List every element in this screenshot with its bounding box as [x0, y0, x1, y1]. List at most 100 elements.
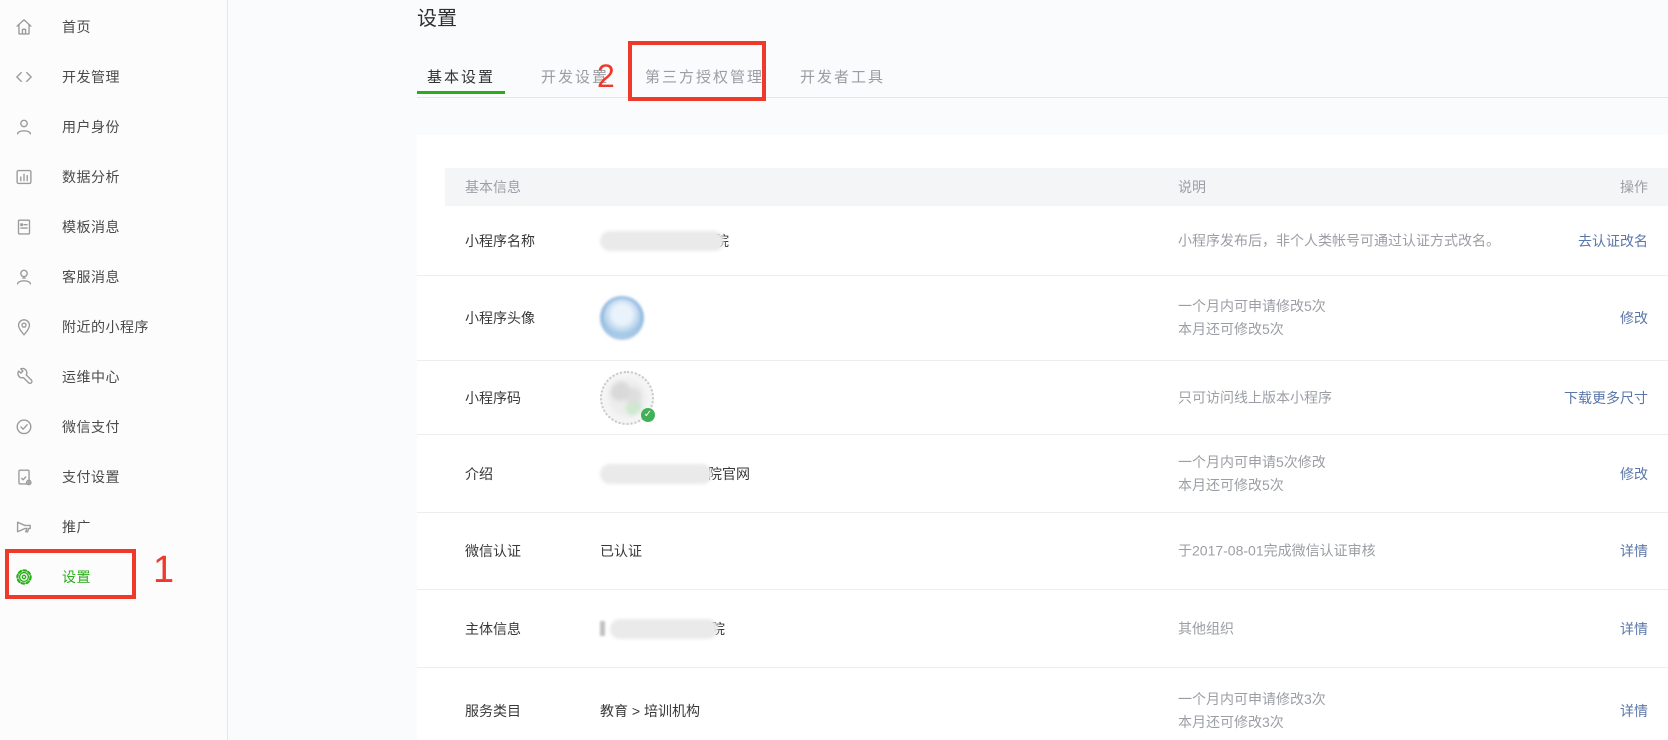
table-row-name: 小程序名称 院 小程序发布后，非个人类帐号可通过认证方式改名。 去认证改名 [417, 206, 1668, 276]
row-label: 微信认证 [465, 541, 521, 561]
home-icon [13, 16, 35, 38]
sidebar-item-label: 用户身份 [62, 117, 120, 137]
sidebar-item-service[interactable]: 客服消息 [0, 252, 227, 302]
row-value: ✓ [600, 371, 654, 425]
device-gear-icon [13, 466, 35, 488]
sidebar-item-dev[interactable]: 开发管理 [0, 52, 227, 102]
row-action-link[interactable]: 详情 [1620, 701, 1648, 721]
location-pin-icon [13, 316, 35, 338]
wechat-mp-console: { "colors": { "brand_green": "#2aad19", … [0, 0, 1668, 740]
row-action-link[interactable]: 详情 [1620, 619, 1648, 639]
row-label: 服务类目 [465, 701, 521, 721]
row-description-line: 一个月内可申请5次修改 [1178, 451, 1326, 474]
row-label: 小程序名称 [465, 231, 535, 251]
gear-icon [13, 566, 35, 588]
sidebar-item-ops[interactable]: 运维中心 [0, 352, 227, 402]
row-action-link[interactable]: 详情 [1620, 541, 1648, 561]
user-icon [13, 116, 35, 138]
row-value: 教育 > 培训机构 [600, 701, 700, 721]
sidebar-item-data[interactable]: 数据分析 [0, 152, 227, 202]
row-description: 于2017-08-01完成微信认证审核 [1178, 540, 1376, 563]
main-content: 设置 基本设置开发设置第三方授权管理开发者工具 2 基本信息 说明 操作 小程序… [228, 0, 1668, 740]
sidebar-item-settings[interactable]: 设置 [0, 552, 227, 602]
sidebar-item-nearby[interactable]: 附近的小程序 [0, 302, 227, 352]
sidebar-item-payset[interactable]: 支付设置 [0, 452, 227, 502]
row-value: 已认证 [600, 541, 642, 561]
row-description: 一个月内可申请5次修改本月还可修改5次 [1178, 451, 1326, 497]
row-description-line: 只可访问线上版本小程序 [1178, 386, 1332, 409]
row-action-link[interactable]: 下载更多尺寸 [1564, 388, 1648, 408]
sidebar-item-promo[interactable]: 推广 [0, 502, 227, 552]
document-icon [13, 216, 35, 238]
row-action-link[interactable]: 修改 [1620, 464, 1648, 484]
table-row-subject: 主体信息院其他组织详情 [417, 590, 1668, 668]
row-value-text: 教育 > 培训机构 [600, 701, 700, 721]
row-action-link[interactable]: 去认证改名 [1578, 231, 1648, 251]
tab-basic[interactable]: 基本设置 [417, 55, 505, 98]
chat-check-icon [13, 416, 35, 438]
row-description-line: 本月还可修改3次 [1178, 711, 1326, 734]
mini-program-code: ✓ [600, 371, 654, 425]
row-description-line: 小程序发布后，非个人类帐号可通过认证方式改名。 [1178, 229, 1500, 252]
sidebar-item-label: 微信支付 [62, 417, 120, 437]
row-description-line: 一个月内可申请修改3次 [1178, 688, 1326, 711]
row-value-text: 已认证 [600, 541, 642, 561]
sidebar-item-label: 模板消息 [62, 217, 120, 237]
row-value: 院 [600, 231, 729, 251]
tab-devtools[interactable]: 开发者工具 [800, 55, 885, 98]
redacted-blur [610, 619, 718, 639]
row-description: 一个月内可申请修改3次本月还可修改3次 [1178, 688, 1326, 734]
sidebar-item-label: 附近的小程序 [62, 317, 149, 337]
row-description-line: 本月还可修改5次 [1178, 318, 1326, 341]
row-label: 小程序头像 [465, 308, 535, 328]
row-action-link[interactable]: 修改 [1620, 308, 1648, 328]
sidebar-item-label: 推广 [62, 517, 91, 537]
user-chat-icon [13, 266, 35, 288]
row-value [600, 296, 644, 340]
column-header-description: 说明 [1178, 168, 1206, 206]
row-description: 一个月内可申请修改5次本月还可修改5次 [1178, 295, 1326, 341]
row-description: 其他组织 [1178, 617, 1234, 640]
sidebar-item-wxpay[interactable]: 微信支付 [0, 402, 227, 452]
sidebar-item-label: 运维中心 [62, 367, 120, 387]
table-row-category: 服务类目 教育 > 培训机构 一个月内可申请修改3次本月还可修改3次 详情 [417, 668, 1668, 740]
column-header-basic-info: 基本信息 [465, 168, 521, 206]
row-description-line: 一个月内可申请修改5次 [1178, 295, 1326, 318]
sidebar-item-label: 客服消息 [62, 267, 120, 287]
sidebar: 首页开发管理用户身份数据分析模板消息客服消息附近的小程序运维中心微信支付支付设置… [0, 0, 228, 740]
table-row-verify: 微信认证 已认证 于2017-08-01完成微信认证审核 详情 [417, 513, 1668, 590]
sidebar-item-label: 数据分析 [62, 167, 120, 187]
sidebar-nav: 首页开发管理用户身份数据分析模板消息客服消息附近的小程序运维中心微信支付支付设置… [0, 0, 227, 602]
wrench-icon [13, 366, 35, 388]
mini-program-avatar [600, 296, 644, 340]
tab-dev[interactable]: 开发设置 [541, 55, 609, 98]
row-description-line: 其他组织 [1178, 617, 1234, 640]
row-value: 院官网 [600, 464, 750, 484]
redacted-blur [600, 464, 712, 484]
sidebar-item-label: 支付设置 [62, 467, 120, 487]
verified-badge-icon: ✓ [641, 408, 655, 422]
settings-table: 小程序名称院小程序发布后，非个人类帐号可通过认证方式改名。去认证改名小程序头像一… [417, 206, 1668, 740]
sidebar-item-home[interactable]: 首页 [0, 2, 227, 52]
sidebar-item-user[interactable]: 用户身份 [0, 102, 227, 152]
table-row-qrcode: 小程序码 ✓ 只可访问线上版本小程序 下载更多尺寸 [417, 361, 1668, 435]
page-title: 设置 [417, 2, 457, 31]
tab-bar: 基本设置开发设置第三方授权管理开发者工具 [417, 55, 1668, 98]
row-value-suffix: 院官网 [708, 464, 750, 484]
mini-program-code-blur [608, 379, 646, 417]
sidebar-item-label: 设置 [62, 567, 91, 587]
sidebar-item-label: 首页 [62, 17, 91, 37]
column-header-action: 操作 [1620, 168, 1648, 206]
row-label: 主体信息 [465, 619, 521, 639]
sidebar-item-template[interactable]: 模板消息 [0, 202, 227, 252]
redacted-blur [600, 231, 724, 251]
row-description: 只可访问线上版本小程序 [1178, 386, 1332, 409]
row-label: 小程序码 [465, 388, 521, 408]
row-description-line: 本月还可修改5次 [1178, 474, 1326, 497]
table-row-intro: 介绍 院官网 一个月内可申请5次修改本月还可修改5次 修改 [417, 435, 1668, 513]
table-header: 基本信息 说明 操作 [445, 168, 1668, 206]
row-label: 介绍 [465, 464, 493, 484]
row-description-line: 于2017-08-01完成微信认证审核 [1178, 540, 1376, 563]
bar-chart-icon [13, 166, 35, 188]
tab-thirdparty[interactable]: 第三方授权管理 [645, 55, 764, 98]
